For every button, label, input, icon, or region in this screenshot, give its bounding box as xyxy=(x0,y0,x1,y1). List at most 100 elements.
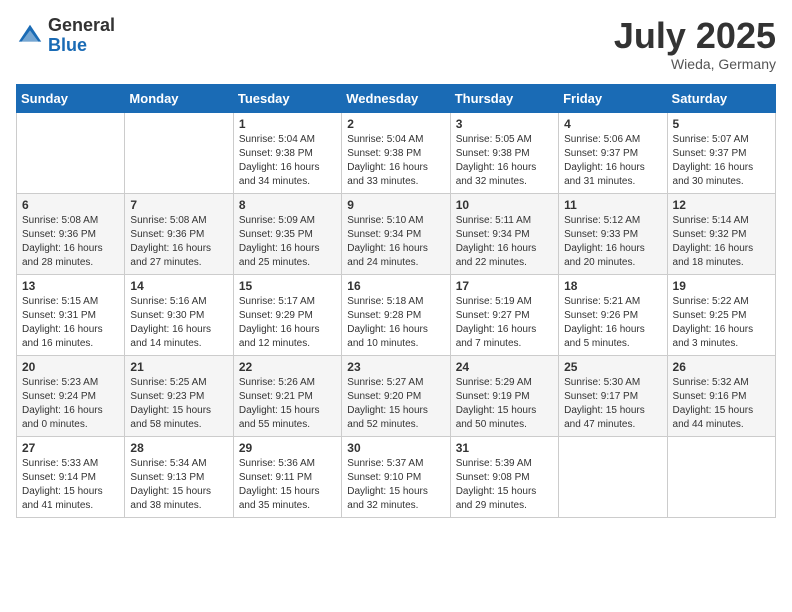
page-header: General Blue July 2025 Wieda, Germany xyxy=(16,16,776,72)
day-info: Sunrise: 5:04 AM Sunset: 9:38 PM Dayligh… xyxy=(239,133,336,189)
calendar-day-header: Sunday xyxy=(17,84,125,112)
day-number: 31 xyxy=(456,441,553,455)
calendar-week-row: 20 Sunrise: 5:23 AM Sunset: 9:24 PM Dayli… xyxy=(17,355,776,436)
calendar-week-row: 6 Sunrise: 5:08 AM Sunset: 9:36 PM Daylig… xyxy=(17,193,776,274)
title-block: July 2025 Wieda, Germany xyxy=(614,16,776,72)
day-info: Sunrise: 5:19 AM Sunset: 9:27 PM Dayligh… xyxy=(456,295,553,351)
calendar-week-row: 1 Sunrise: 5:04 AM Sunset: 9:38 PM Daylig… xyxy=(17,112,776,193)
calendar-cell: 17 Sunrise: 5:19 AM Sunset: 9:27 PM Dayli… xyxy=(450,274,558,355)
calendar-cell: 22 Sunrise: 5:26 AM Sunset: 9:21 PM Dayli… xyxy=(233,355,341,436)
day-info: Sunrise: 5:33 AM Sunset: 9:14 PM Dayligh… xyxy=(22,457,119,513)
day-number: 5 xyxy=(673,117,770,131)
day-info: Sunrise: 5:15 AM Sunset: 9:31 PM Dayligh… xyxy=(22,295,119,351)
calendar-cell: 20 Sunrise: 5:23 AM Sunset: 9:24 PM Dayli… xyxy=(17,355,125,436)
day-number: 16 xyxy=(347,279,444,293)
day-number: 25 xyxy=(564,360,661,374)
day-info: Sunrise: 5:26 AM Sunset: 9:21 PM Dayligh… xyxy=(239,376,336,432)
calendar-day-header: Thursday xyxy=(450,84,558,112)
calendar-cell xyxy=(667,436,775,517)
day-number: 15 xyxy=(239,279,336,293)
calendar-cell: 29Sunrise: 5:36 AM Sunset: 9:11 PM Dayli… xyxy=(233,436,341,517)
day-info: Sunrise: 5:06 AM Sunset: 9:37 PM Dayligh… xyxy=(564,133,661,189)
day-number: 17 xyxy=(456,279,553,293)
calendar-cell: 14Sunrise: 5:16 AM Sunset: 9:30 PM Dayli… xyxy=(125,274,233,355)
calendar-cell: 11 Sunrise: 5:12 AM Sunset: 9:33 PM Dayli… xyxy=(559,193,667,274)
calendar-cell xyxy=(17,112,125,193)
day-info: Sunrise: 5:23 AM Sunset: 9:24 PM Dayligh… xyxy=(22,376,119,432)
day-number: 29 xyxy=(239,441,336,455)
calendar-cell: 4Sunrise: 5:06 AM Sunset: 9:37 PM Daylig… xyxy=(559,112,667,193)
day-number: 6 xyxy=(22,198,119,212)
calendar-cell: 6 Sunrise: 5:08 AM Sunset: 9:36 PM Daylig… xyxy=(17,193,125,274)
day-info: Sunrise: 5:14 AM Sunset: 9:32 PM Dayligh… xyxy=(673,214,770,270)
day-info: Sunrise: 5:09 AM Sunset: 9:35 PM Dayligh… xyxy=(239,214,336,270)
day-number: 30 xyxy=(347,441,444,455)
day-info: Sunrise: 5:08 AM Sunset: 9:36 PM Dayligh… xyxy=(22,214,119,270)
day-number: 13 xyxy=(22,279,119,293)
day-number: 28 xyxy=(130,441,227,455)
calendar-cell: 16 Sunrise: 5:18 AM Sunset: 9:28 PM Dayli… xyxy=(342,274,450,355)
calendar-cell: 25 Sunrise: 5:30 AM Sunset: 9:17 PM Dayli… xyxy=(559,355,667,436)
calendar-cell: 1 Sunrise: 5:04 AM Sunset: 9:38 PM Daylig… xyxy=(233,112,341,193)
calendar-cell: 23Sunrise: 5:27 AM Sunset: 9:20 PM Dayli… xyxy=(342,355,450,436)
calendar-cell: 3 Sunrise: 5:05 AM Sunset: 9:38 PM Daylig… xyxy=(450,112,558,193)
day-number: 1 xyxy=(239,117,336,131)
calendar-week-row: 27 Sunrise: 5:33 AM Sunset: 9:14 PM Dayli… xyxy=(17,436,776,517)
day-number: 24 xyxy=(456,360,553,374)
calendar-header-row: SundayMondayTuesdayWednesdayThursdayFrid… xyxy=(17,84,776,112)
day-info: Sunrise: 5:12 AM Sunset: 9:33 PM Dayligh… xyxy=(564,214,661,270)
calendar-cell: 15 Sunrise: 5:17 AM Sunset: 9:29 PM Dayli… xyxy=(233,274,341,355)
day-info: Sunrise: 5:32 AM Sunset: 9:16 PM Dayligh… xyxy=(673,376,770,432)
calendar-day-header: Saturday xyxy=(667,84,775,112)
calendar-cell: 24 Sunrise: 5:29 AM Sunset: 9:19 PM Dayli… xyxy=(450,355,558,436)
day-number: 21 xyxy=(130,360,227,374)
logo: General Blue xyxy=(16,16,115,56)
calendar-cell: 9 Sunrise: 5:10 AM Sunset: 9:34 PM Daylig… xyxy=(342,193,450,274)
day-info: Sunrise: 5:10 AM Sunset: 9:34 PM Dayligh… xyxy=(347,214,444,270)
day-info: Sunrise: 5:34 AM Sunset: 9:13 PM Dayligh… xyxy=(130,457,227,513)
calendar-cell xyxy=(559,436,667,517)
calendar-table: SundayMondayTuesdayWednesdayThursdayFrid… xyxy=(16,84,776,518)
logo-general-text: General xyxy=(48,15,115,35)
day-info: Sunrise: 5:07 AM Sunset: 9:37 PM Dayligh… xyxy=(673,133,770,189)
day-info: Sunrise: 5:22 AM Sunset: 9:25 PM Dayligh… xyxy=(673,295,770,351)
day-info: Sunrise: 5:17 AM Sunset: 9:29 PM Dayligh… xyxy=(239,295,336,351)
day-number: 26 xyxy=(673,360,770,374)
day-number: 3 xyxy=(456,117,553,131)
day-info: Sunrise: 5:05 AM Sunset: 9:38 PM Dayligh… xyxy=(456,133,553,189)
calendar-cell: 12 Sunrise: 5:14 AM Sunset: 9:32 PM Dayli… xyxy=(667,193,775,274)
day-info: Sunrise: 5:21 AM Sunset: 9:26 PM Dayligh… xyxy=(564,295,661,351)
calendar-cell: 10Sunrise: 5:11 AM Sunset: 9:34 PM Dayli… xyxy=(450,193,558,274)
day-number: 7 xyxy=(130,198,227,212)
day-number: 22 xyxy=(239,360,336,374)
day-number: 9 xyxy=(347,198,444,212)
calendar-cell: 7 Sunrise: 5:08 AM Sunset: 9:36 PM Daylig… xyxy=(125,193,233,274)
calendar-cell: 30 Sunrise: 5:37 AM Sunset: 9:10 PM Dayli… xyxy=(342,436,450,517)
day-info: Sunrise: 5:25 AM Sunset: 9:23 PM Dayligh… xyxy=(130,376,227,432)
day-info: Sunrise: 5:37 AM Sunset: 9:10 PM Dayligh… xyxy=(347,457,444,513)
calendar-week-row: 13 Sunrise: 5:15 AM Sunset: 9:31 PM Dayli… xyxy=(17,274,776,355)
day-number: 11 xyxy=(564,198,661,212)
calendar-cell: 26 Sunrise: 5:32 AM Sunset: 9:16 PM Dayli… xyxy=(667,355,775,436)
day-info: Sunrise: 5:30 AM Sunset: 9:17 PM Dayligh… xyxy=(564,376,661,432)
logo-blue-text: Blue xyxy=(48,35,87,55)
day-number: 10 xyxy=(456,198,553,212)
day-number: 27 xyxy=(22,441,119,455)
calendar-cell: 2Sunrise: 5:04 AM Sunset: 9:38 PM Daylig… xyxy=(342,112,450,193)
day-number: 12 xyxy=(673,198,770,212)
day-info: Sunrise: 5:08 AM Sunset: 9:36 PM Dayligh… xyxy=(130,214,227,270)
day-number: 20 xyxy=(22,360,119,374)
day-info: Sunrise: 5:29 AM Sunset: 9:19 PM Dayligh… xyxy=(456,376,553,432)
calendar-cell: 5 Sunrise: 5:07 AM Sunset: 9:37 PM Daylig… xyxy=(667,112,775,193)
day-info: Sunrise: 5:27 AM Sunset: 9:20 PM Dayligh… xyxy=(347,376,444,432)
calendar-cell: 21 Sunrise: 5:25 AM Sunset: 9:23 PM Dayli… xyxy=(125,355,233,436)
day-number: 19 xyxy=(673,279,770,293)
calendar-cell: 8Sunrise: 5:09 AM Sunset: 9:35 PM Daylig… xyxy=(233,193,341,274)
calendar-cell: 27 Sunrise: 5:33 AM Sunset: 9:14 PM Dayli… xyxy=(17,436,125,517)
logo-icon xyxy=(16,22,44,50)
day-info: Sunrise: 5:18 AM Sunset: 9:28 PM Dayligh… xyxy=(347,295,444,351)
month-title: July 2025 xyxy=(614,16,776,56)
calendar-cell: 31Sunrise: 5:39 AM Sunset: 9:08 PM Dayli… xyxy=(450,436,558,517)
calendar-day-header: Wednesday xyxy=(342,84,450,112)
calendar-cell: 19 Sunrise: 5:22 AM Sunset: 9:25 PM Dayli… xyxy=(667,274,775,355)
